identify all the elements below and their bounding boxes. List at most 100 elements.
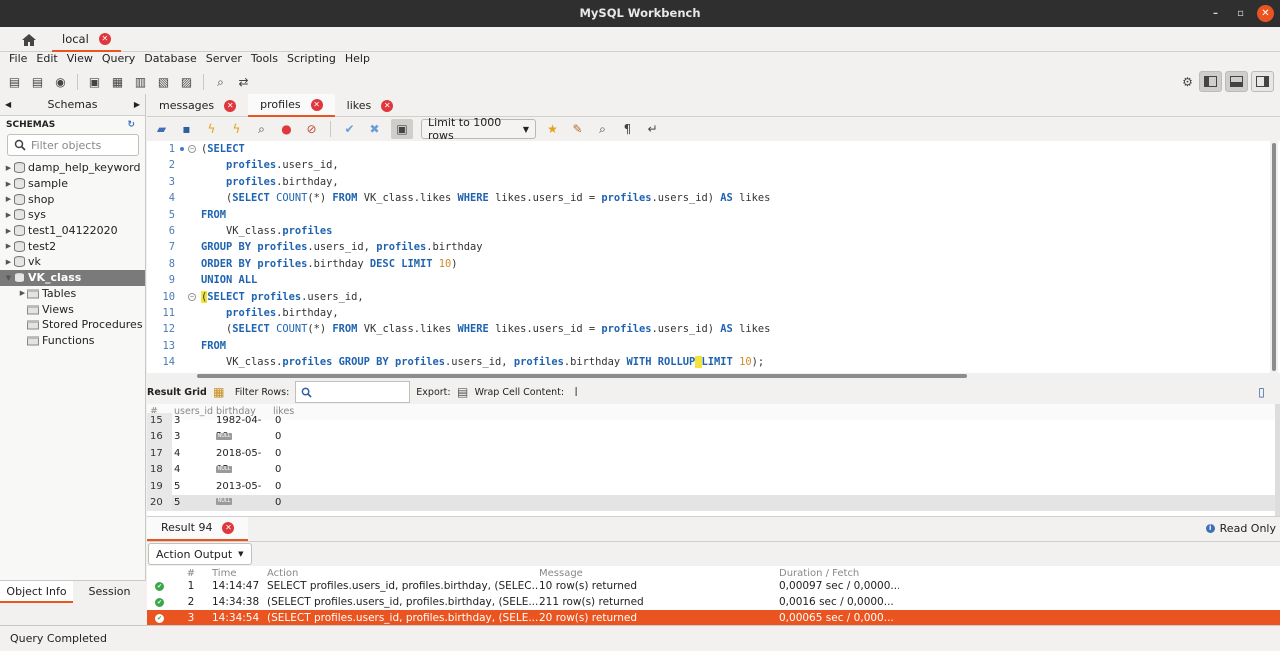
chevron-right-icon[interactable]: ▶ xyxy=(134,100,140,109)
schema-filter-input[interactable]: Filter objects xyxy=(7,134,139,156)
wrap-lines-icon[interactable]: ↵ xyxy=(644,121,661,138)
menu-view[interactable]: View xyxy=(64,52,96,70)
cell-likes[interactable]: 0 xyxy=(273,495,333,511)
schema-vk[interactable]: ▶ vk xyxy=(0,254,145,270)
chevron-right-icon[interactable]: ▶ xyxy=(4,227,13,235)
table-row[interactable]: 1952013-05-070 xyxy=(147,478,1277,508)
chevron-right-icon[interactable]: ▶ xyxy=(4,242,13,250)
result-grid-tab[interactable]: Result Grid xyxy=(147,387,207,398)
limit-rows-select[interactable]: Limit to 1000 rows ▼ xyxy=(421,116,536,142)
cell-likes[interactable]: 0 xyxy=(273,479,333,495)
sidebar-header-label[interactable]: Schemas xyxy=(11,98,134,111)
close-tab-icon[interactable]: ✕ xyxy=(98,32,111,45)
output-row[interactable]: ✔ 2 14:34:38 (SELECT profiles.users_id, pro… xyxy=(147,594,1280,610)
menu-database[interactable]: Database xyxy=(141,52,200,70)
editor-vertical-scrollbar[interactable] xyxy=(1270,141,1278,373)
sql-editor[interactable]: 1− (SELECT 2 profiles.users_id, 3 profile… xyxy=(147,141,1280,373)
commit-icon[interactable]: ✔ xyxy=(341,121,358,138)
grid-scrollbar[interactable] xyxy=(1275,404,1280,516)
table-row[interactable]: 1742018-05-050 xyxy=(147,445,1277,475)
chevron-right-icon[interactable]: ▶ xyxy=(4,211,13,219)
schema-shop[interactable]: ▶ shop xyxy=(0,191,145,207)
cell-users-id[interactable]: 3 xyxy=(172,413,216,429)
open-file-icon[interactable]: ▰ xyxy=(153,121,170,138)
maximize-button[interactable]: ▫ xyxy=(1232,5,1249,22)
connection-tab-local[interactable]: local ✕ xyxy=(52,27,121,52)
find-icon[interactable]: ⌕ xyxy=(594,121,611,138)
cell-birthday-container[interactable]: NULL xyxy=(216,462,273,478)
schema-child-tables[interactable]: ▶ Tables xyxy=(0,286,145,302)
cell-users-id[interactable]: 3 xyxy=(172,429,216,445)
autocommit-icon[interactable]: ▣ xyxy=(391,119,413,139)
close-tab-icon[interactable]: ✕ xyxy=(381,99,394,112)
cell-likes[interactable]: 0 xyxy=(273,462,333,478)
home-icon[interactable] xyxy=(18,31,40,49)
toggle-output-button[interactable] xyxy=(1225,71,1248,92)
toggle-sidebar-button[interactable] xyxy=(1199,71,1222,92)
explain-icon[interactable]: ⌕ xyxy=(253,121,270,138)
create-function-icon[interactable]: ▨ xyxy=(178,74,195,91)
editor-horizontal-scrollbar[interactable] xyxy=(147,373,1280,380)
menu-server[interactable]: Server xyxy=(203,52,245,70)
cell-likes[interactable]: 0 xyxy=(273,446,333,462)
cell-users-id[interactable]: 4 xyxy=(172,446,216,462)
wrap-cell-icon[interactable]: Ⅰ xyxy=(570,384,582,401)
open-sql-icon[interactable]: ▤ xyxy=(29,74,46,91)
output-row[interactable]: ✔ 1 14:14:47 SELECT profiles.users_id, prof… xyxy=(147,578,1280,594)
save-icon[interactable]: ▪ xyxy=(178,121,195,138)
tab-session[interactable]: Session xyxy=(73,581,146,603)
rollback-icon[interactable]: ✖ xyxy=(366,121,383,138)
minimize-button[interactable]: – xyxy=(1207,5,1224,22)
refresh-icon[interactable]: ↻ xyxy=(127,116,135,134)
schema-test1-04122020[interactable]: ▶ test1_04122020 xyxy=(0,223,145,239)
output-row[interactable]: ✔ 3 14:34:54 (SELECT profiles.users_id, pro… xyxy=(147,610,1280,626)
schema-damp-help-keyword[interactable]: ▶ damp_help_keyword xyxy=(0,160,145,176)
tab-object-info[interactable]: Object Info xyxy=(0,581,73,603)
close-window-button[interactable]: ✕ xyxy=(1257,5,1274,22)
schema-sys[interactable]: ▶ sys xyxy=(0,207,145,223)
tab-likes[interactable]: likes ✕ xyxy=(335,94,406,117)
menu-query[interactable]: Query xyxy=(99,52,138,70)
chevron-right-icon[interactable]: ▶ xyxy=(4,195,13,203)
chevron-right-icon[interactable]: ▶ xyxy=(4,258,13,266)
cell-birthday-container[interactable]: 1982-04-29 xyxy=(216,413,273,442)
schema-child-stored-procedures[interactable]: Stored Procedures xyxy=(0,317,145,333)
create-schema-icon[interactable]: ▣ xyxy=(86,74,103,91)
filter-rows-input[interactable] xyxy=(295,381,411,403)
beautify-icon[interactable]: ✎ xyxy=(569,121,586,138)
output-type-select[interactable]: Action Output ▼ xyxy=(148,543,252,565)
schema-child-functions[interactable]: Functions xyxy=(0,333,145,349)
search-table-icon[interactable]: ⌕ xyxy=(212,74,229,91)
menu-tools[interactable]: Tools xyxy=(248,52,281,70)
menu-file[interactable]: File xyxy=(6,52,30,70)
cell-birthday-container[interactable]: NULL xyxy=(216,429,273,445)
settings-icon[interactable]: ⚙ xyxy=(1179,73,1196,90)
stop-icon[interactable]: ● xyxy=(278,121,295,138)
cell-users-id[interactable]: 4 xyxy=(172,462,216,478)
cell-likes[interactable]: 0 xyxy=(273,413,333,429)
chevron-right-icon[interactable]: ▶ xyxy=(4,164,13,172)
cell-birthday-container[interactable]: NULL xyxy=(216,495,273,511)
invisible-chars-icon[interactable]: ¶ xyxy=(619,121,636,138)
menu-edit[interactable]: Edit xyxy=(33,52,60,70)
cell-birthday-container[interactable]: 2018-05-05 xyxy=(216,446,273,475)
grid-icon[interactable]: ▦ xyxy=(213,384,225,401)
add-snippet-icon[interactable]: ★ xyxy=(544,121,561,138)
form-editor-icon[interactable]: ▯ xyxy=(1253,384,1270,401)
chevron-right-icon[interactable]: ▶ xyxy=(18,289,27,297)
cell-birthday-container[interactable]: 2013-05-07 xyxy=(216,479,273,508)
close-tab-icon[interactable]: ✕ xyxy=(222,521,235,534)
create-view-icon[interactable]: ▥ xyxy=(132,74,149,91)
tab-profiles[interactable]: profiles ✕ xyxy=(248,94,335,117)
reconnect-icon[interactable]: ⇄ xyxy=(235,74,252,91)
menu-help[interactable]: Help xyxy=(342,52,373,70)
close-tab-icon[interactable]: ✕ xyxy=(224,99,237,112)
menu-scripting[interactable]: Scripting xyxy=(284,52,339,70)
table-row[interactable]: 16 3 NULL 0 xyxy=(147,429,1277,446)
execute-current-icon[interactable]: ϟ xyxy=(228,121,245,138)
tab-result-94[interactable]: Result 94 ✕ xyxy=(147,516,249,541)
cell-users-id[interactable]: 5 xyxy=(172,479,216,495)
toggle-secondary-sidebar-button[interactable] xyxy=(1251,71,1274,92)
chevron-right-icon[interactable]: ▶ xyxy=(4,180,13,188)
create-table-icon[interactable]: ▦ xyxy=(109,74,126,91)
